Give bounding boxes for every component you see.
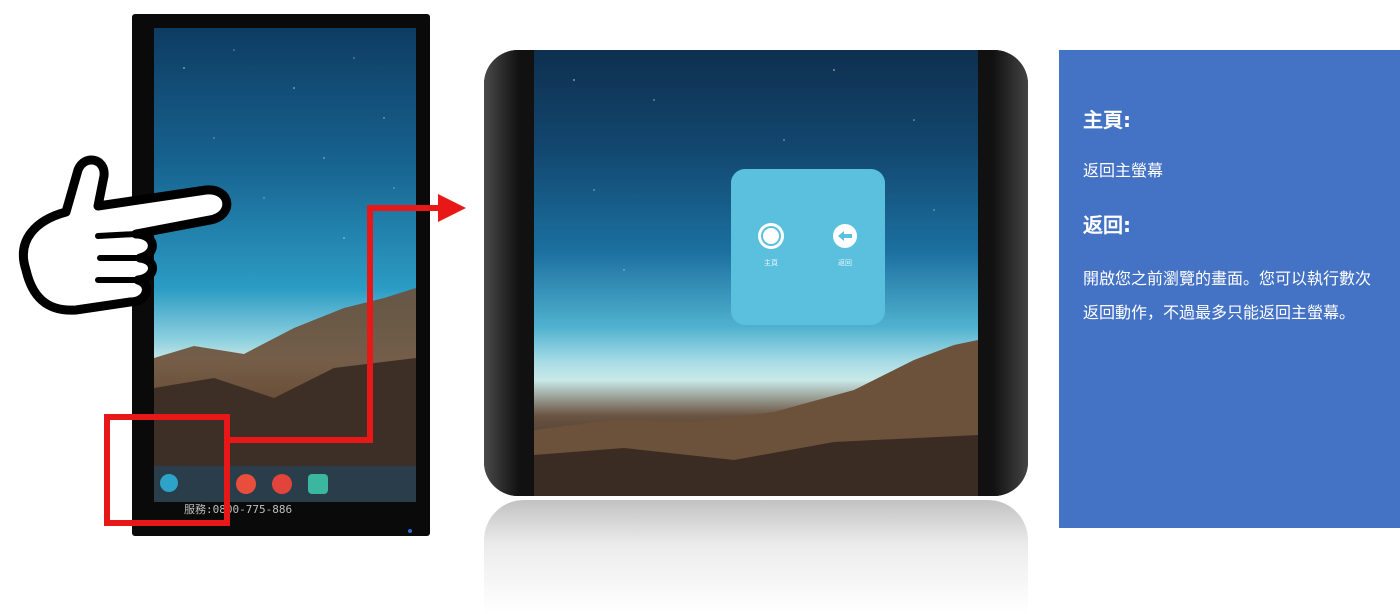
photo-reflection xyxy=(484,500,1028,614)
home-description: 返回主螢幕 xyxy=(1083,161,1164,180)
back-title: 返回: xyxy=(1083,213,1131,237)
back-button[interactable]: 返回 xyxy=(827,221,863,268)
home-circle-icon xyxy=(758,223,784,249)
power-led xyxy=(408,529,412,533)
home-button[interactable]: 主頁 xyxy=(753,221,789,268)
info-panel: 主頁: 返回主螢幕 返回: 開啟您之前瀏覽的畫面。您可以執行數次返回動作，不過最… xyxy=(1059,50,1400,528)
zoomed-screen-photo: 主頁 返回 xyxy=(484,50,1028,496)
zoomed-screen: 主頁 返回 xyxy=(534,50,978,496)
navigation-popup: 主頁 返回 xyxy=(731,169,885,325)
back-arrow-icon xyxy=(833,224,857,248)
home-title: 主頁: xyxy=(1083,108,1131,132)
back-label: 返回 xyxy=(838,259,852,267)
back-description: 開啟您之前瀏覽的畫面。您可以執行數次返回動作，不過最多只能返回主螢幕。 xyxy=(1083,269,1372,322)
callout-arrow-icon xyxy=(230,194,466,443)
menu-button-highlight xyxy=(104,414,230,526)
home-label: 主頁 xyxy=(764,259,778,267)
pointing-hand-icon xyxy=(18,155,232,315)
